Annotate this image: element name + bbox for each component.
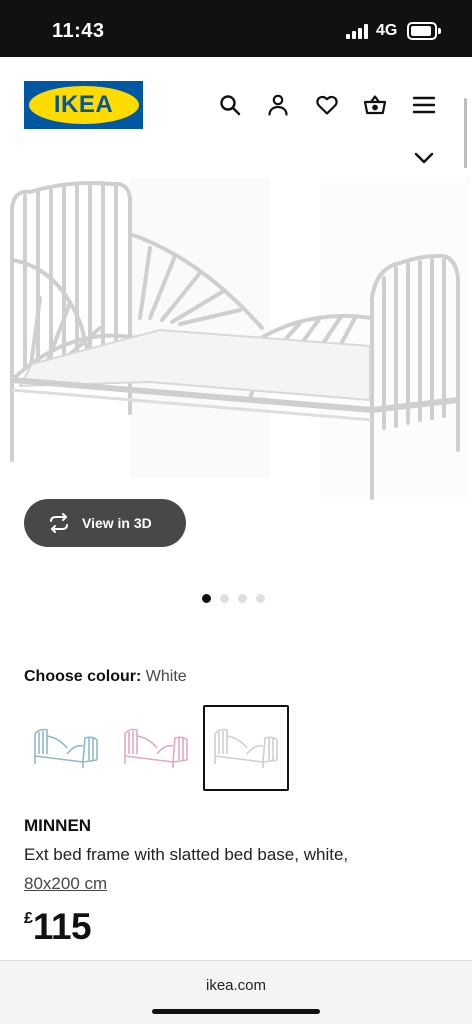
colour-label: Choose colour: (24, 668, 142, 685)
product-price: £ 115 (24, 906, 92, 948)
product-description: Ext bed frame with slatted bed base, whi… (24, 845, 349, 864)
colour-swatch-white[interactable] (203, 705, 289, 791)
product-name: MINNEN (24, 816, 92, 835)
product-image[interactable] (0, 168, 472, 508)
status-bar: 11:43 4G (0, 0, 472, 57)
battery-tip (438, 28, 441, 34)
price-currency: £ (24, 910, 33, 927)
search-icon[interactable] (218, 93, 242, 117)
colour-swatch-pink[interactable] (114, 706, 198, 790)
logo-text: IKEA (53, 91, 114, 118)
gallery-pagination (202, 594, 265, 603)
gallery-dot[interactable] (238, 594, 247, 603)
heart-icon[interactable] (315, 93, 339, 117)
chevron-down-icon[interactable] (412, 150, 436, 166)
colour-swatch-blue[interactable] (24, 706, 108, 790)
product-size-link[interactable]: 80x200 cm (24, 874, 107, 894)
colour-value: White (145, 668, 187, 685)
rotate-3d-icon (50, 513, 68, 533)
gallery-dot[interactable] (202, 594, 211, 603)
status-time: 11:43 (52, 20, 105, 42)
menu-icon[interactable] (412, 93, 436, 117)
network-label: 4G (376, 22, 398, 39)
ikea-logo[interactable]: IKEA (24, 81, 143, 129)
choose-colour: Choose colour: White (24, 668, 187, 686)
battery-icon (407, 22, 437, 40)
gallery-dot[interactable] (220, 594, 229, 603)
logo-oval: IKEA (28, 86, 139, 124)
signal-icon (346, 24, 370, 39)
gallery-dot[interactable] (256, 594, 265, 603)
browser-address-bar[interactable]: ikea.com (0, 960, 472, 1024)
url-label[interactable]: ikea.com (0, 977, 472, 994)
price-amount: 115 (32, 906, 92, 947)
view-in-3d-label: View in 3D (82, 515, 152, 531)
view-in-3d-button[interactable]: View in 3D (24, 499, 186, 547)
profile-icon[interactable] (266, 93, 290, 117)
basket-icon[interactable] (363, 93, 387, 117)
home-indicator[interactable] (152, 1009, 320, 1014)
